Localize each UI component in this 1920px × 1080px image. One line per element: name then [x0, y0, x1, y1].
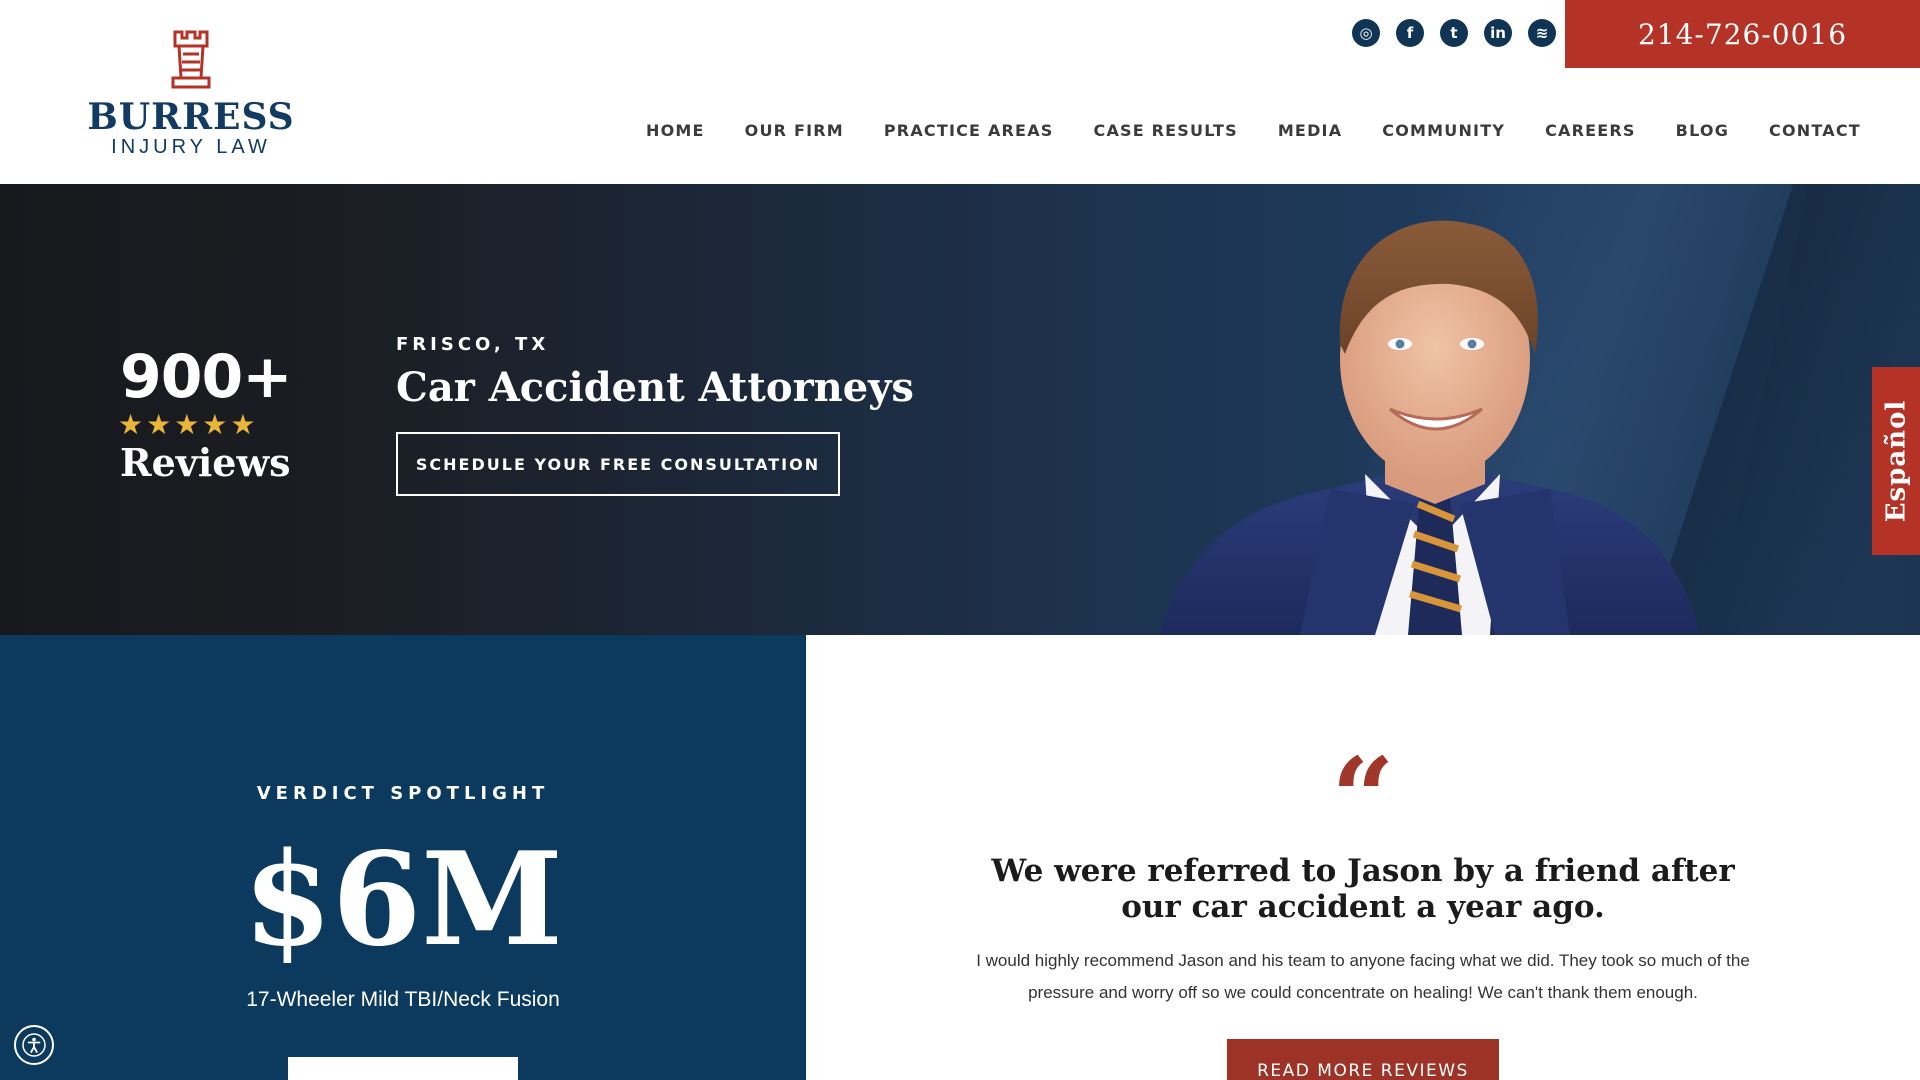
nav-careers[interactable]: CAREERS [1525, 120, 1656, 142]
instagram-icon[interactable]: ◎ [1352, 19, 1380, 47]
verdict-label: VERDICT SPOTLIGHT [256, 783, 550, 804]
testimonial-headline: We were referred to Jason by a friend af… [991, 853, 1735, 925]
verdict-amount: $6M [243, 825, 563, 975]
hero-banner: 900+ ★★★★★ Reviews FRISCO, TX Car Accide… [0, 184, 1920, 635]
twitter-icon[interactable]: t [1440, 19, 1468, 47]
rook-logo-icon [171, 30, 211, 89]
linkedin-icon[interactable]: in [1484, 19, 1512, 47]
reviews-label: Reviews [120, 440, 291, 485]
verdict-more-button[interactable] [288, 1057, 518, 1080]
spotify-icon[interactable]: ≋ [1528, 19, 1556, 47]
attorney-portrait [1160, 220, 1700, 635]
nav-practice-areas[interactable]: PRACTICE AREAS [864, 120, 1074, 142]
nav-blog[interactable]: BLOG [1656, 120, 1749, 142]
verdict-case-description: 17-Wheeler Mild TBI/Neck Fusion [246, 988, 560, 1011]
nav-contact[interactable]: CONTACT [1749, 120, 1881, 142]
main-nav: HOME OUR FIRM PRACTICE AREAS CASE RESULT… [626, 120, 1881, 142]
quote-icon: “ [1331, 733, 1395, 862]
testimonial-body: I would highly recommend Jason and his t… [976, 951, 1750, 1002]
nav-our-firm[interactable]: OUR FIRM [725, 120, 864, 142]
schedule-consultation-button[interactable]: SCHEDULE YOUR FREE CONSULTATION [396, 432, 840, 496]
nav-case-results[interactable]: CASE RESULTS [1074, 120, 1258, 142]
phone-call-button[interactable]: 214-726-0016 [1565, 0, 1920, 68]
testimonial-section: “ We were referred to Jason by a friend … [806, 635, 1920, 1080]
accessibility-button[interactable] [14, 1025, 54, 1065]
accessibility-icon [22, 1033, 46, 1057]
espanol-language-tab[interactable]: Español [1872, 367, 1920, 555]
site-header: BURRESS INJURY LAW ◎ f t in ≋ 214-726-00… [0, 0, 1920, 184]
espanol-label: Español [1881, 399, 1912, 523]
reviews-badge[interactable]: 900+ ★★★★★ Reviews [118, 342, 293, 486]
read-more-reviews-button[interactable]: READ MORE REVIEWS [1227, 1039, 1499, 1080]
review-count: 900+ [120, 342, 293, 412]
verdict-spotlight: VERDICT SPOTLIGHT $6M 17-Wheeler Mild TB… [0, 635, 806, 1080]
logo-tagline: INJURY LAW [111, 136, 271, 158]
hero-title: Car Accident Attorneys [396, 364, 914, 411]
logo-name: BURRESS [87, 96, 295, 138]
social-links: ◎ f t in ≋ [1352, 19, 1556, 47]
nav-community[interactable]: COMMUNITY [1362, 120, 1525, 142]
hero-location: FRISCO, TX [396, 334, 550, 355]
facebook-icon[interactable]: f [1396, 19, 1424, 47]
nav-media[interactable]: MEDIA [1258, 120, 1362, 142]
nav-home[interactable]: HOME [626, 120, 725, 142]
logo[interactable]: BURRESS INJURY LAW [75, 28, 307, 158]
star-rating-icon: ★★★★★ [118, 409, 259, 440]
